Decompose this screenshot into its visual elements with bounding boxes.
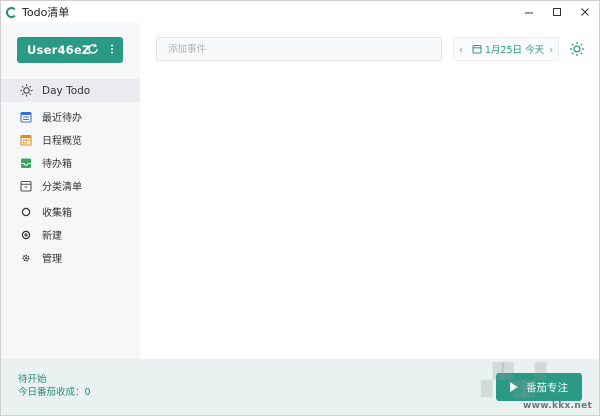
sidebar: User46eZ Day Todo 最近待办 日程概览 待办箱 分类清单 收集箱… [1, 23, 140, 359]
theme-toggle-icon[interactable] [569, 41, 585, 57]
harvest-summary: 今日番茄收成：0 [18, 387, 91, 398]
start-focus-label: 番茄专注 [526, 381, 568, 394]
play-icon [510, 382, 518, 392]
category-box-icon [19, 179, 33, 193]
close-button[interactable] [571, 1, 599, 23]
sidebar-nav: Day Todo 最近待办 日程概览 待办箱 分类清单 收集箱 新建 管理 [1, 79, 140, 269]
plus-circle-icon [19, 228, 33, 242]
calendar-list-icon [19, 110, 33, 124]
sync-icon[interactable] [87, 43, 99, 55]
date-label: 1月25日 今天 [484, 45, 545, 56]
sidebar-item-new[interactable]: 新建 [1, 223, 140, 246]
gear-icon [19, 251, 33, 265]
calendar-icon [472, 45, 482, 54]
status-text: 待开始 [18, 374, 47, 385]
app-title: Todo清单 [22, 6, 70, 19]
sidebar-item-label: 收集箱 [42, 208, 72, 219]
window-controls [515, 1, 599, 23]
inbox-icon [19, 156, 33, 170]
app-window: Todo清单 User46eZ Day Todo 最近待办 日程概览 待办箱 分… [0, 0, 600, 416]
add-event-input[interactable] [156, 37, 442, 61]
sidebar-item-label: 分类清单 [42, 182, 82, 193]
footer-bar: 待开始 今日番茄收成：0 番茄专注 [1, 359, 599, 415]
minimize-icon [525, 12, 533, 14]
minimize-button[interactable] [515, 1, 543, 23]
sidebar-item-schedule[interactable]: 日程概览 [1, 128, 140, 151]
maximize-button[interactable] [543, 1, 571, 23]
sidebar-item-manage[interactable]: 管理 [1, 246, 140, 269]
sidebar-item-label: Day Todo [42, 84, 91, 97]
sidebar-item-inbox[interactable]: 待办箱 [1, 151, 140, 174]
circle-icon [19, 205, 33, 219]
todo-content-area [140, 75, 599, 359]
user-name: User46eZ [27, 43, 91, 57]
sidebar-item-label: 新建 [42, 231, 62, 242]
user-button[interactable]: User46eZ [17, 37, 123, 63]
sun-icon [19, 84, 33, 98]
title-bar: Todo清单 [1, 1, 599, 23]
sidebar-item-day-todo[interactable]: Day Todo [1, 79, 140, 102]
more-vertical-icon[interactable] [109, 43, 115, 55]
sidebar-item-label: 最近待办 [42, 113, 82, 124]
sidebar-item-recent[interactable]: 最近待办 [1, 105, 140, 128]
sidebar-item-collect[interactable]: 收集箱 [1, 200, 140, 223]
sidebar-item-label: 待办箱 [42, 159, 72, 170]
start-focus-button[interactable]: 番茄专注 [496, 373, 582, 401]
chevron-right-icon[interactable]: › [544, 43, 558, 56]
sidebar-item-label: 管理 [42, 254, 62, 265]
close-icon [581, 8, 589, 16]
main-toolbar: ‹ 1月25日 今天 › [140, 23, 599, 75]
maximize-icon [553, 8, 561, 16]
date-picker[interactable]: 1月25日 今天 [472, 42, 544, 56]
sidebar-item-label: 日程概览 [42, 136, 82, 147]
pomodoro-status: 待开始 今日番茄收成：0 [18, 373, 91, 399]
app-logo-icon [6, 6, 17, 18]
sidebar-item-category[interactable]: 分类清单 [1, 174, 140, 197]
date-navigator: ‹ 1月25日 今天 › [453, 37, 559, 61]
calendar-grid-icon [19, 133, 33, 147]
chevron-left-icon[interactable]: ‹ [454, 43, 468, 56]
